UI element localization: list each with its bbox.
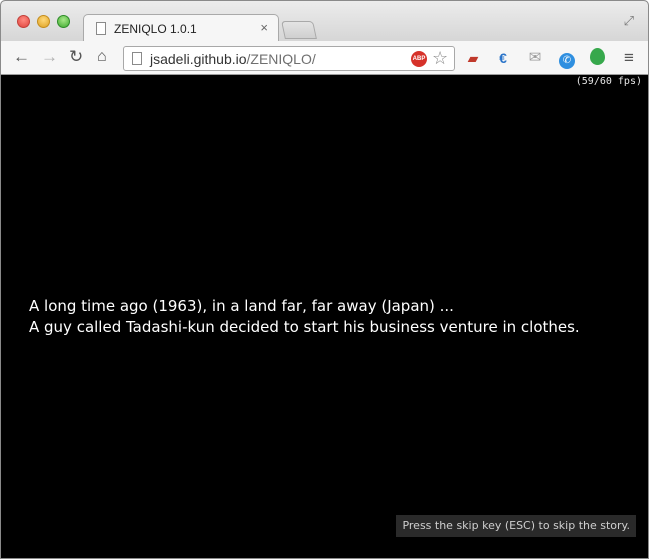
sofa-icon[interactable]: ▰ [463, 48, 483, 68]
back-icon[interactable]: ← [13, 48, 30, 66]
tab-close-icon[interactable]: × [260, 20, 268, 35]
browser-window: ZENIQLO 1.0.1 × ⤢ ← → ↻ ⌂ jsadeli.github… [0, 0, 649, 559]
skip-hint: Press the skip key (ESC) to skip the sto… [396, 515, 636, 537]
gmail-icon[interactable]: ✉ [525, 48, 545, 68]
window-close-button[interactable] [17, 15, 30, 28]
window-maximize-button[interactable] [57, 15, 70, 28]
page-icon [132, 52, 142, 65]
fullscreen-icon[interactable]: ⤢ [624, 13, 634, 29]
balloon-icon[interactable] [587, 48, 607, 68]
url-path: /ZENIQLO/ [246, 51, 316, 67]
title-bar: ZENIQLO 1.0.1 × ⤢ [1, 1, 648, 42]
page-icon [96, 22, 106, 35]
menu-icon[interactable]: ≡ [619, 48, 639, 68]
forward-icon[interactable]: → [41, 48, 58, 66]
story-text: A long time ago (1963), in a land far, f… [29, 296, 580, 338]
home-icon[interactable]: ⌂ [97, 48, 107, 66]
adblock-icon[interactable]: ABP [411, 51, 427, 67]
story-line: A long time ago (1963), in a land far, f… [29, 297, 454, 315]
story-line: A guy called Tadashi-kun decided to star… [29, 318, 580, 336]
window-minimize-button[interactable] [37, 15, 50, 28]
tab-active[interactable]: ZENIQLO 1.0.1 × [83, 14, 279, 42]
new-tab-button[interactable] [281, 21, 317, 39]
url-host: jsadeli.github.io [150, 51, 247, 67]
tab-title: ZENIQLO 1.0.1 [114, 22, 197, 36]
game-canvas[interactable]: (59/60 fps) A long time ago (1963), in a… [5, 75, 644, 556]
address-bar[interactable]: jsadeli.github.io/ZENIQLO/ ABP ☆ [123, 46, 455, 71]
browser-toolbar: ← → ↻ ⌂ jsadeli.github.io/ZENIQLO/ ABP ☆… [1, 41, 648, 75]
address-url[interactable]: jsadeli.github.io/ZENIQLO/ [150, 51, 316, 67]
phone-icon[interactable]: ✆ [557, 48, 577, 69]
euro-icon[interactable]: € [493, 48, 513, 68]
fps-counter: (59/60 fps) [575, 76, 642, 87]
reload-icon[interactable]: ↻ [69, 48, 83, 66]
bookmark-star-icon[interactable]: ☆ [432, 48, 448, 69]
